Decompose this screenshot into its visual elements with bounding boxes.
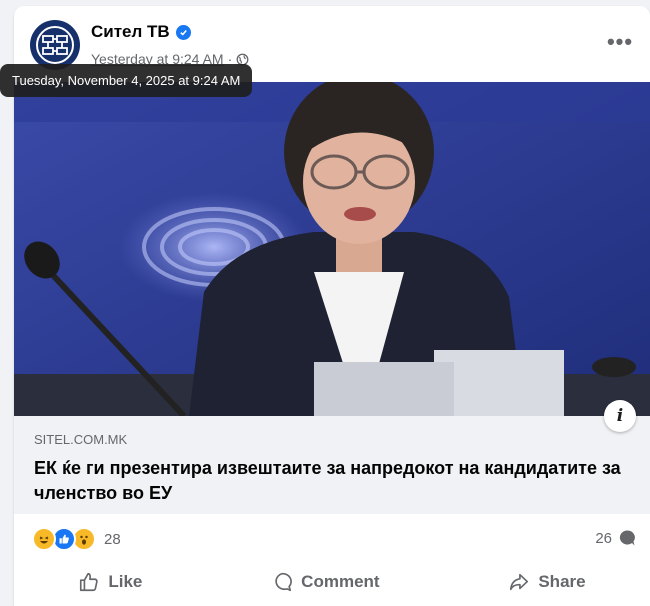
link-headline[interactable]: ЕК ќе ги презентира извештаите за напред…	[34, 456, 624, 506]
comment-count: 26	[595, 529, 612, 547]
page-name-link[interactable]: Сител ТВ	[91, 22, 170, 42]
comment-button[interactable]: Comment	[255, 567, 395, 597]
reaction-count: 28	[104, 530, 121, 548]
comments-summary[interactable]: 26	[595, 529, 636, 547]
page-avatar[interactable]	[30, 20, 80, 70]
comment-label: Comment	[301, 572, 380, 591]
reactions-summary[interactable]: 28	[32, 527, 121, 551]
sitel-logo-icon	[36, 26, 74, 64]
page-name-row: Сител ТВ	[91, 22, 191, 42]
share-icon	[510, 573, 529, 591]
more-options-button[interactable]: •••	[602, 29, 638, 54]
share-button[interactable]: Share	[492, 567, 601, 597]
link-domain: SITEL.COM.MK	[34, 432, 128, 447]
post-image[interactable]	[14, 82, 650, 416]
thumbs-up-icon	[80, 572, 99, 592]
share-label: Share	[538, 572, 586, 591]
haha-icon	[32, 527, 56, 551]
timestamp-tooltip: Tuesday, November 4, 2025 at 9:24 AM	[0, 64, 253, 97]
verified-badge-icon	[175, 24, 191, 40]
link-preview[interactable]: SITEL.COM.MK ЕК ќе ги презентира извешта…	[14, 416, 650, 514]
info-button[interactable]: i	[604, 400, 636, 432]
comment-icon	[275, 572, 293, 592]
like-label: Like	[108, 572, 143, 591]
comment-bubble-icon	[619, 530, 635, 546]
like-button[interactable]: Like	[62, 567, 158, 597]
action-bar: Like Comment Share	[14, 564, 650, 600]
